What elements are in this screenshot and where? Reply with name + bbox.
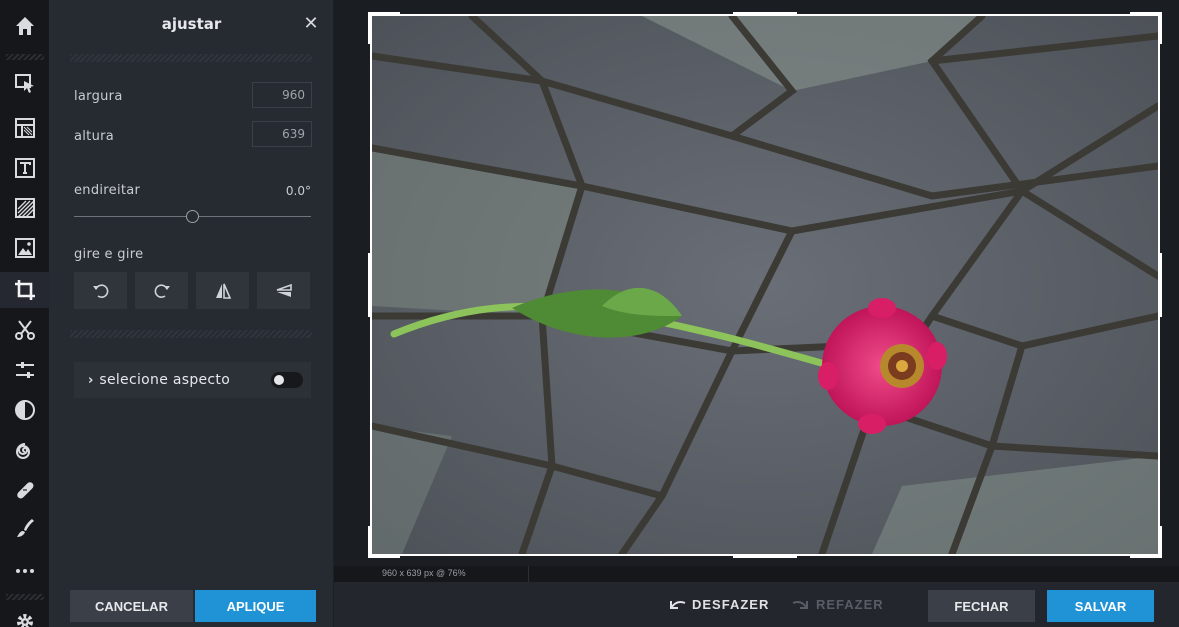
apply-button[interactable]: APLIQUE xyxy=(195,590,316,622)
crop-icon[interactable] xyxy=(0,272,50,308)
rail-divider xyxy=(6,54,44,60)
crop-handle-bottom[interactable] xyxy=(733,554,797,558)
panel-divider xyxy=(70,54,312,62)
rotate-right-icon xyxy=(154,283,170,298)
crop-handle-top-right-v[interactable] xyxy=(1158,12,1162,44)
crop-handle-bottom-right[interactable] xyxy=(1130,554,1162,558)
overlay-icon[interactable] xyxy=(0,190,50,226)
straighten-label: endireitar xyxy=(74,183,141,198)
undo-icon xyxy=(670,601,686,609)
undo-button[interactable]: DESFAZER xyxy=(668,592,769,616)
crop-handle-left[interactable] xyxy=(368,253,372,317)
panel-divider xyxy=(70,330,312,338)
close-icon[interactable]: ✕ xyxy=(301,14,321,34)
flip-horizontal-icon xyxy=(215,283,231,299)
aspect-toggle[interactable] xyxy=(271,372,303,388)
crop-handle-bottom-left[interactable] xyxy=(368,554,400,558)
rotate-left-button[interactable] xyxy=(74,272,127,309)
more-icon[interactable] xyxy=(0,552,50,588)
flip-vertical-button[interactable] xyxy=(257,272,310,309)
crop-handle-top-left[interactable] xyxy=(368,12,400,16)
redo-icon xyxy=(792,601,808,609)
flip-horizontal-button[interactable] xyxy=(196,272,249,309)
status-bar: 960 x 639 px @ 76% xyxy=(334,566,1179,582)
image-info: 960 x 639 px @ 76% xyxy=(382,568,466,578)
straighten-value: 0.0° xyxy=(285,184,311,198)
save-button[interactable]: SALVAR xyxy=(1047,590,1154,622)
crop-handle-top[interactable] xyxy=(733,12,797,16)
layout-icon[interactable] xyxy=(0,110,50,146)
width-input[interactable]: 960 xyxy=(252,82,312,108)
status-divider xyxy=(528,566,529,582)
close-button[interactable]: FECHAR xyxy=(928,590,1035,622)
cutout-icon[interactable] xyxy=(0,312,50,348)
crop-handle-right[interactable] xyxy=(1158,253,1162,317)
redo-button[interactable]: REFAZER xyxy=(792,592,884,616)
height-label: altura xyxy=(74,129,115,144)
select-aspect-row[interactable]: › selecione aspecto xyxy=(74,362,311,398)
photo-editor: ajustar ✕ largura 960 altura 639 endirei… xyxy=(0,0,1179,627)
cancel-button[interactable]: CANCELAR xyxy=(70,590,193,622)
contrast-icon[interactable] xyxy=(0,392,50,428)
panel-title: ajustar xyxy=(161,15,222,33)
chevron-right-icon: › xyxy=(88,372,94,388)
redo-label: REFAZER xyxy=(816,596,884,612)
undo-label: DESFAZER xyxy=(692,596,770,612)
height-input[interactable]: 639 xyxy=(252,121,312,147)
select-aspect-label: selecione aspecto xyxy=(99,372,231,388)
settings-icon[interactable] xyxy=(0,604,50,627)
width-label: largura xyxy=(74,89,123,104)
select-icon[interactable] xyxy=(0,66,50,102)
brush-icon[interactable] xyxy=(0,510,50,546)
bandage-icon[interactable] xyxy=(0,472,50,508)
rail-divider xyxy=(6,594,44,600)
home-icon[interactable] xyxy=(0,8,50,44)
tool-rail xyxy=(0,0,50,627)
text-icon[interactable] xyxy=(0,150,50,186)
rotate-label: gire e gire xyxy=(74,247,144,262)
straighten-slider-handle[interactable] xyxy=(186,210,199,223)
panel-header: ajustar ✕ xyxy=(50,0,333,48)
swirl-icon[interactable] xyxy=(0,432,50,468)
rotate-left-icon xyxy=(92,283,108,298)
adjust-panel: ajustar ✕ largura 960 altura 639 endirei… xyxy=(50,0,333,627)
rotate-right-button[interactable] xyxy=(135,272,188,309)
crop-frame[interactable] xyxy=(370,14,1160,556)
sticker-icon[interactable] xyxy=(0,230,50,266)
flip-vertical-icon xyxy=(276,283,292,297)
crop-handle-top-left-v[interactable] xyxy=(368,12,372,44)
adjust-icon[interactable] xyxy=(0,352,50,388)
